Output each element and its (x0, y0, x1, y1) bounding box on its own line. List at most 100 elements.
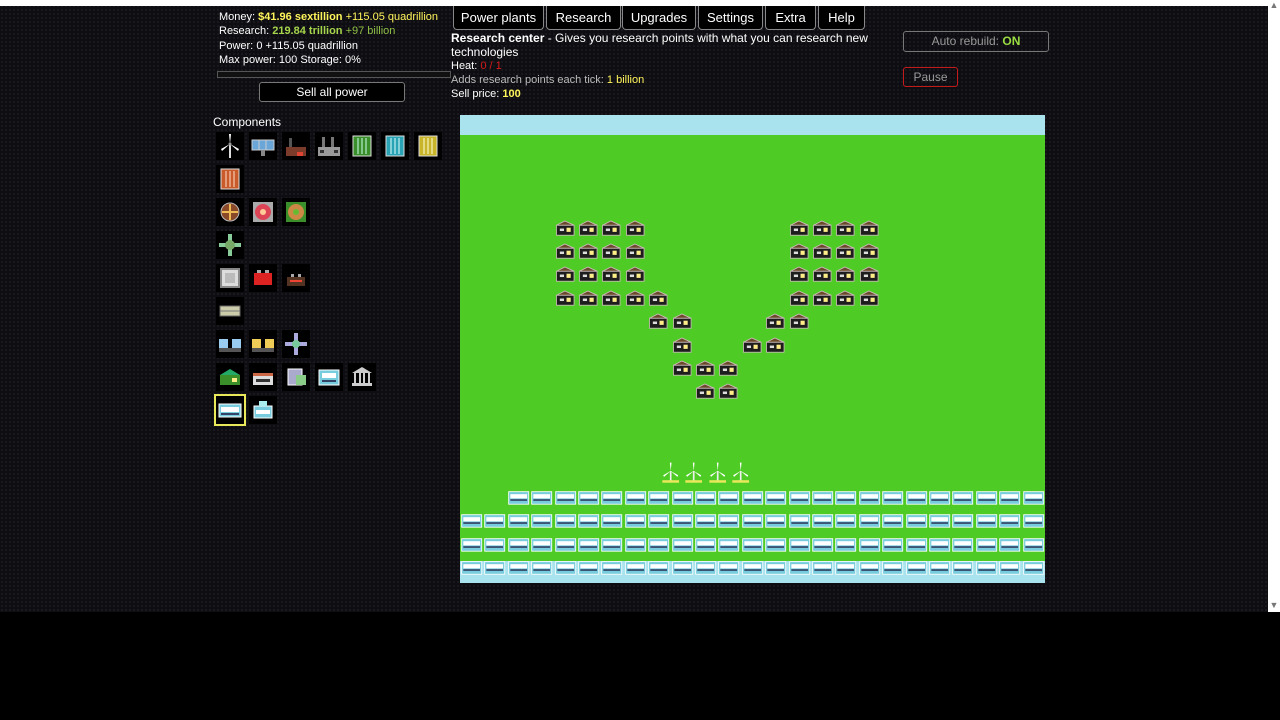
research-line: Research: 219.84 trillion +97 billion (219, 24, 438, 38)
research-center-tile[interactable] (881, 555, 904, 583)
research-center-tile[interactable] (717, 555, 740, 583)
research-center-tile[interactable] (811, 555, 834, 583)
research-center-tile[interactable] (928, 555, 951, 583)
house-tile[interactable] (600, 286, 623, 314)
factory-icon[interactable] (315, 132, 343, 160)
research-center-tile[interactable] (1022, 555, 1045, 583)
research-center-tile[interactable] (951, 555, 974, 583)
house-tile[interactable] (764, 333, 787, 361)
heat-line: Heat: 0 / 1 (451, 59, 891, 73)
wind-turbine-icon[interactable] (216, 132, 244, 160)
house-tile[interactable] (647, 309, 670, 337)
green-vent-icon[interactable] (282, 198, 310, 226)
nav-settings[interactable]: Settings (698, 6, 763, 30)
storage-label: Storage: (300, 53, 342, 66)
research-center-tile[interactable] (647, 555, 670, 583)
research-label: Research: (219, 25, 270, 38)
maxpower-line: Max power: 100 Storage: 0% (219, 53, 438, 67)
office-icon[interactable] (282, 363, 310, 391)
pause-button[interactable]: Pause (903, 67, 958, 87)
sell-price-value: 100 (502, 88, 521, 100)
research-center-tile[interactable] (834, 555, 857, 583)
research-center-tile[interactable] (998, 555, 1021, 583)
nav-extra[interactable]: Extra (765, 6, 816, 30)
money-delta: +115.05 quadrillion (345, 11, 439, 23)
coal-plant-icon[interactable] (282, 132, 310, 160)
cyan-battery-icon[interactable] (381, 132, 409, 160)
house-tile[interactable] (717, 379, 740, 407)
research-center-tile[interactable] (764, 555, 787, 583)
house-tile[interactable] (694, 379, 717, 407)
game-board[interactable] (460, 115, 1045, 583)
house-tile[interactable] (811, 286, 834, 314)
nav-upgrades[interactable]: Upgrades (622, 6, 696, 30)
research-center-tile[interactable] (483, 555, 506, 583)
bank-icon[interactable] (348, 363, 376, 391)
research-center-tile[interactable] (858, 555, 881, 583)
fan-vent-icon[interactable] (249, 198, 277, 226)
scroll-up-icon[interactable]: ▲ (1268, 0, 1280, 10)
auto-rebuild-toggle[interactable]: Auto rebuild: ON (903, 31, 1049, 52)
shop-icon[interactable] (249, 363, 277, 391)
house-tile[interactable] (788, 309, 811, 337)
research-center-icon[interactable] (214, 394, 246, 426)
research-center-tile[interactable] (530, 555, 553, 583)
research-center-tile[interactable] (577, 555, 600, 583)
sell-price-line: Sell price: 100 (451, 87, 891, 101)
heat-exchanger-icon[interactable] (216, 231, 244, 259)
power-progress-bar (217, 71, 451, 78)
research-center-tile[interactable] (460, 555, 483, 583)
money-label: Money: (219, 11, 256, 23)
house-tile[interactable] (671, 356, 694, 384)
solar-panel-icon[interactable] (249, 132, 277, 160)
blue-duo-icon[interactable] (216, 330, 244, 358)
cross-exchanger-icon[interactable] (282, 330, 310, 358)
yellow-duo-icon[interactable] (249, 330, 277, 358)
heat-plate-icon[interactable] (216, 264, 244, 292)
research-delta: +97 billion (345, 25, 396, 38)
house-tile[interactable] (577, 286, 600, 314)
yellow-battery-icon[interactable] (414, 132, 442, 160)
research-center-tile[interactable] (905, 555, 928, 583)
house-tile[interactable] (834, 286, 857, 314)
isolator-icon[interactable] (216, 297, 244, 325)
research-center-tile[interactable] (788, 555, 811, 583)
component-info: Research center - Gives you research poi… (451, 31, 891, 101)
power-delta: +115.05 quadrillion (265, 39, 358, 52)
research-center-tile[interactable] (741, 555, 764, 583)
sell-price-label: Sell price: (451, 88, 500, 100)
research-center-tile[interactable] (554, 555, 577, 583)
red-pump-icon[interactable] (249, 264, 277, 292)
research-center-tile[interactable] (507, 555, 530, 583)
research-center-tile[interactable] (600, 555, 623, 583)
research-center-tile[interactable] (671, 555, 694, 583)
dark-pump-icon[interactable] (282, 264, 310, 292)
house-tile[interactable] (554, 286, 577, 314)
orange-battery-icon[interactable] (216, 165, 244, 193)
nav-research[interactable]: Research (546, 6, 621, 30)
house-tile[interactable] (858, 286, 881, 314)
nav-help[interactable]: Help (818, 6, 865, 30)
sell-all-power-button[interactable]: Sell all power (259, 82, 405, 102)
maxpower-label: Max power: (219, 53, 276, 66)
heat-vent-icon[interactable] (216, 198, 244, 226)
info-title: Research center (451, 31, 545, 45)
research-center-tile[interactable] (694, 555, 717, 583)
info-header: Research center - Gives you research poi… (451, 31, 891, 59)
stats-panel: Money: $41.96 sextillion +115.05 quadril… (219, 10, 438, 67)
research-center-tile[interactable] (975, 555, 998, 583)
lab-icon[interactable] (315, 363, 343, 391)
house-tile[interactable] (624, 286, 647, 314)
research-value: 219.84 trillion (272, 25, 343, 38)
nav-power-plants[interactable]: Power plants (453, 6, 544, 30)
house-tile[interactable] (741, 333, 764, 361)
scrollbar[interactable] (1268, 0, 1280, 612)
scroll-down-icon[interactable]: ▼ (1268, 600, 1280, 610)
maxpower-value: 100 (278, 53, 298, 66)
green-house-icon[interactable] (216, 363, 244, 391)
money-value: $41.96 sextillion (258, 11, 343, 23)
auto-rebuild-label: Auto rebuild: (931, 34, 1000, 48)
research-center-tile[interactable] (624, 555, 647, 583)
green-battery-icon[interactable] (348, 132, 376, 160)
advanced-lab-icon[interactable] (249, 396, 277, 424)
